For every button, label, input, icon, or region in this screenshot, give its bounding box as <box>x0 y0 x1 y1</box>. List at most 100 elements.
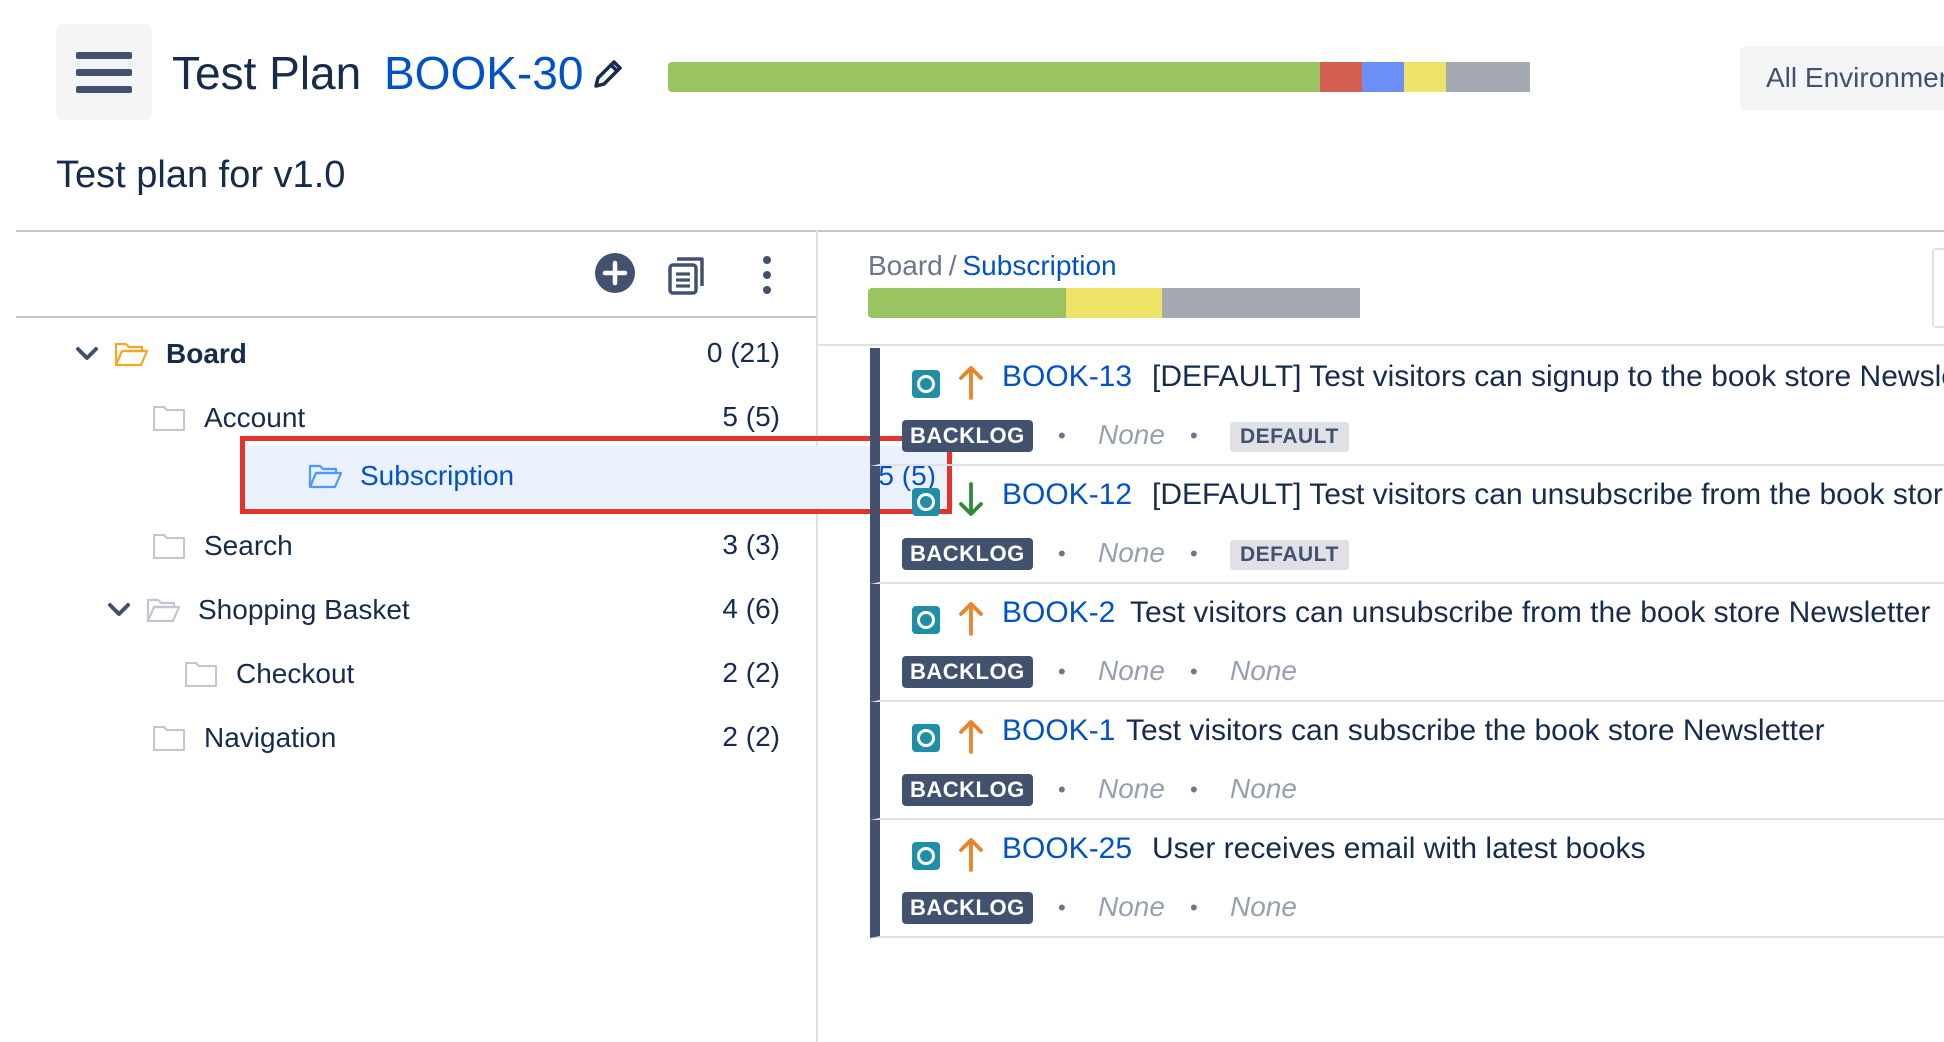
folder-open-icon <box>114 342 148 367</box>
tree-item-count: 2 (2) <box>722 721 780 752</box>
field-value: None <box>1098 773 1165 804</box>
priority-up-icon <box>959 602 983 636</box>
field-value: None <box>1230 655 1297 686</box>
tree-item-label: Board <box>166 338 247 369</box>
test-list-item[interactable]: BOOK-25 User receives email with latest b… <box>870 820 1944 938</box>
test-summary: User receives email with latest books <box>1152 832 1646 865</box>
status-badge: BACKLOG <box>902 892 1033 924</box>
plan-key-link[interactable]: BOOK-30 <box>384 47 583 99</box>
tree-item-checkout[interactable]: Checkout <box>184 646 354 702</box>
tree-item-count: 5 (5) <box>722 401 780 432</box>
progress-segment-executing <box>1362 62 1404 92</box>
field-value: None <box>1098 419 1165 450</box>
separator-dot: • <box>1058 777 1066 802</box>
progress-segment-none <box>1446 62 1530 92</box>
panel-divider[interactable] <box>816 230 818 1042</box>
plan-subtitle: Test plan for v1.0 <box>56 154 346 196</box>
chevron-down-icon[interactable] <box>72 339 102 369</box>
field-value: None <box>1098 537 1165 568</box>
tree-item-count: 4 (6) <box>722 593 780 624</box>
priority-down-icon <box>959 482 983 516</box>
separator-dot: • <box>1190 423 1198 448</box>
tree-item-shopping-basket[interactable]: Shopping Basket <box>104 582 410 638</box>
priority-up-icon <box>959 366 983 400</box>
progress-segment-todo <box>1404 62 1446 92</box>
list-divider <box>818 344 1944 346</box>
separator-dot: • <box>1058 423 1066 448</box>
label-badge: DEFAULT <box>1230 540 1349 570</box>
tree-item-label: Shopping Basket <box>198 594 410 625</box>
separator-dot: • <box>1058 541 1066 566</box>
test-type-icon <box>912 370 940 398</box>
tree-item-label: Account <box>204 402 306 433</box>
tree-item-navigation[interactable]: Navigation <box>152 710 336 766</box>
test-key-link[interactable]: BOOK-12 <box>1002 478 1132 512</box>
progress-segment-pass <box>668 62 1320 92</box>
plus-circle-icon[interactable] <box>594 252 636 294</box>
status-badge: BACKLOG <box>902 538 1033 570</box>
folder-icon <box>153 406 185 431</box>
chevron-down-icon[interactable] <box>104 595 134 625</box>
separator-dot: • <box>1190 777 1198 802</box>
test-type-icon <box>912 488 940 516</box>
breadcrumb-current[interactable]: Subscription <box>963 250 1117 281</box>
page-title: Test Plan BOOK-30 <box>172 44 583 102</box>
menu-button[interactable] <box>56 24 152 120</box>
tree-item-label: Checkout <box>236 658 355 689</box>
separator-dot: • <box>1190 659 1198 684</box>
tree-item-search[interactable]: Search <box>152 518 293 574</box>
plan-progress-bar <box>668 62 1720 92</box>
test-summary: [DEFAULT] Test visitors can signup to th… <box>1152 360 1944 393</box>
test-list-item[interactable]: BOOK-1 Test visitors can subscribe the bo… <box>870 702 1944 820</box>
test-type-icon <box>912 842 940 870</box>
highlight-annotation <box>240 436 952 514</box>
test-summary: [DEFAULT] Test visitors can unsubscribe … <box>1152 478 1944 511</box>
progress-segment-pass <box>868 288 1066 318</box>
test-summary: Test visitors can subscribe the book sto… <box>1126 714 1825 747</box>
label-badge: DEFAULT <box>1230 422 1349 452</box>
folder-icon <box>153 534 185 559</box>
status-badge: BACKLOG <box>902 774 1033 806</box>
field-value: None <box>1098 891 1165 922</box>
tree-item-board[interactable]: Board <box>72 326 247 382</box>
tree-item-label: Search <box>204 530 293 561</box>
breadcrumb-separator: / <box>948 250 957 281</box>
separator-dot: • <box>1190 895 1198 920</box>
tree-item-count: 2 (2) <box>722 657 780 688</box>
status-badge: BACKLOG <box>902 656 1033 688</box>
field-value: None <box>1098 655 1165 686</box>
test-key-link[interactable]: BOOK-25 <box>1002 832 1132 866</box>
filter-panel-edge[interactable] <box>1932 248 1944 328</box>
status-badge: BACKLOG <box>902 420 1033 452</box>
test-type-icon <box>912 606 940 634</box>
test-key-link[interactable]: BOOK-13 <box>1002 360 1132 394</box>
tree-item-count: 0 (21) <box>706 337 780 368</box>
breadcrumb: Board / Subscription <box>868 250 1117 282</box>
title-prefix: Test Plan <box>172 47 362 99</box>
folder-icon <box>185 662 217 687</box>
test-list-item[interactable]: BOOK-2 Test visitors can unsubscribe from… <box>870 584 1944 702</box>
tree-toolbar <box>16 232 816 318</box>
more-vertical-icon[interactable] <box>756 254 778 296</box>
tree-item-count: 3 (3) <box>722 529 780 560</box>
breadcrumb-root[interactable]: Board <box>868 250 943 281</box>
test-summary: Test visitors can unsubscribe from the b… <box>1130 596 1931 629</box>
separator-dot: • <box>1058 895 1066 920</box>
folder-open-icon <box>146 598 180 623</box>
separator-dot: • <box>1190 541 1198 566</box>
progress-segment-todo <box>1066 288 1162 318</box>
field-value: None <box>1230 773 1297 804</box>
test-key-link[interactable]: BOOK-2 <box>1002 596 1115 630</box>
tree-item-label: Navigation <box>204 722 337 753</box>
hamburger-icon <box>76 51 132 59</box>
test-list-item[interactable]: BOOK-13 [DEFAULT] Test visitors can signu… <box>870 348 1944 466</box>
folder-icon <box>153 726 185 751</box>
test-type-icon <box>912 724 940 752</box>
environment-select[interactable]: All Environmen <box>1740 46 1944 110</box>
documents-icon[interactable] <box>666 254 708 296</box>
pencil-icon[interactable] <box>588 54 628 94</box>
priority-up-icon <box>959 720 983 754</box>
folder-progress-bar <box>868 288 1468 318</box>
test-list-item[interactable]: BOOK-12 [DEFAULT] Test visitors can unsub… <box>870 466 1944 584</box>
test-key-link[interactable]: BOOK-1 <box>1002 714 1115 748</box>
